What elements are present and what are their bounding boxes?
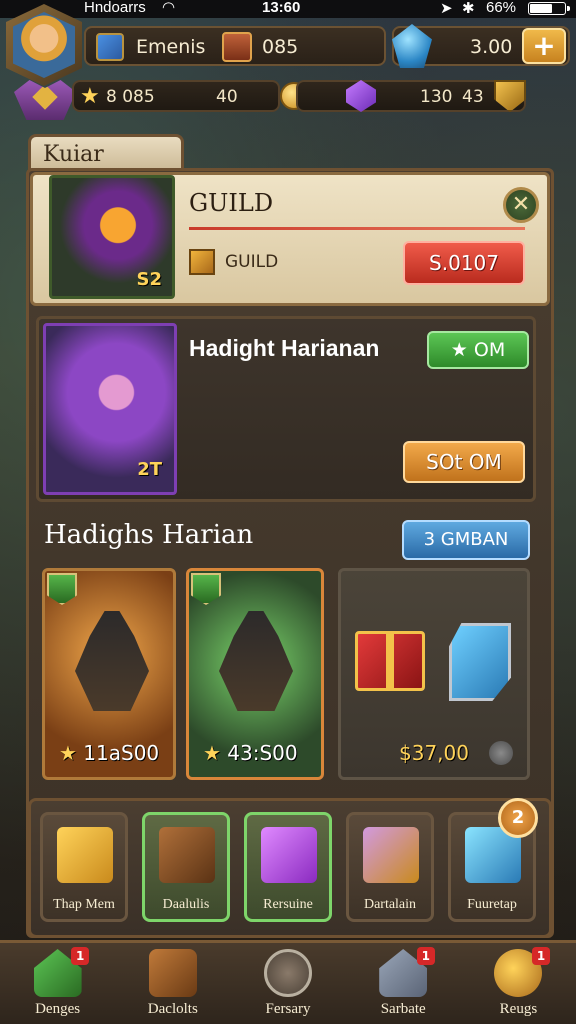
crown-icon <box>57 827 113 883</box>
tray-item-label: Dartalain <box>363 897 417 912</box>
offer-price-2: ★ 43:S00 <box>203 741 298 765</box>
notification-badge: 1 <box>532 947 551 965</box>
offer-price-3: $37,00 <box>399 741 469 765</box>
hero-portrait[interactable]: 2T <box>43 323 177 495</box>
avatar-portrait <box>13 12 75 78</box>
gem-icon <box>392 24 432 68</box>
tray-item-label: Thap Mem <box>53 897 115 912</box>
crystal-box-icon <box>261 827 317 883</box>
battery-icon <box>528 2 570 15</box>
badge-icon <box>47 573 77 605</box>
nav-item-sarbate[interactable]: 1 Sarbate <box>346 943 461 1024</box>
battery-percent: 66% <box>486 0 517 16</box>
nav-item-daclolts[interactable]: Daclolts <box>115 943 230 1024</box>
resource-bar-b[interactable]: 130 43 <box>296 80 526 112</box>
guild-portrait-level: S2 <box>136 269 163 290</box>
add-gems-button[interactable]: + <box>522 28 566 64</box>
hero-card: 2T Hadight Harianan ★ OM SOt OM <box>36 316 536 502</box>
star-icon: ★ <box>450 339 468 361</box>
bluetooth-icon: ✱ <box>462 0 475 17</box>
chest-icon <box>159 827 215 883</box>
nav-item-denges[interactable]: 1 Denges <box>0 943 115 1024</box>
bottom-nav: 1 Denges Daclolts Fersary 1 Sarbate 1 Re… <box>0 940 576 1024</box>
status-bar: Hndoarrs ◠ 13:60 ➤ ✱ 66% <box>0 0 576 18</box>
offer-card-3[interactable]: $37,00 <box>338 568 530 780</box>
tray-item-4[interactable]: Dartalain <box>346 812 434 922</box>
guild-price-button[interactable]: S.0107 <box>403 241 525 285</box>
crystal-icon <box>346 80 376 112</box>
tray-item-label: Rersuine <box>263 897 313 912</box>
clock: 13:60 <box>262 0 301 16</box>
tray-item-label: Daalulis <box>162 897 210 912</box>
wifi-icon: ◠ <box>162 0 176 16</box>
guild-card: S2 GUILD ✕ GUILD S.0107 <box>30 172 550 306</box>
gift-icon <box>355 631 425 691</box>
player-name: Emenis <box>136 36 206 58</box>
gear-icon <box>264 949 312 997</box>
location-icon: ➤ <box>440 0 453 17</box>
badge-icon <box>191 573 221 605</box>
lantern-icon <box>449 623 511 701</box>
player-info-bar[interactable]: Emenis 085 <box>84 26 386 66</box>
treasure-icon <box>363 827 419 883</box>
offer-price-2-value: 43:S00 <box>227 741 298 765</box>
tray-item-1[interactable]: Thap Mem <box>40 812 128 922</box>
nav-label: Daclolts <box>147 1001 198 1017</box>
hero-green-label: OM <box>473 339 506 361</box>
offers-title: Hadighs Harian <box>44 520 254 550</box>
chest-icon <box>148 949 197 997</box>
star-icon: ★ <box>80 84 100 109</box>
shield-icon <box>494 80 526 112</box>
chest-count: 085 <box>262 36 299 58</box>
resource-bar-a[interactable]: ★ 8 085 40 <box>72 80 308 112</box>
nav-item-fersary[interactable]: Fersary <box>230 943 345 1024</box>
close-icon[interactable]: ✕ <box>503 187 539 223</box>
nav-label: Denges <box>35 1001 81 1017</box>
resource-a-value: 085 <box>122 87 155 107</box>
resource-a-secondary: 40 <box>216 87 238 107</box>
tray-item-3[interactable]: Rersuine <box>244 812 332 922</box>
cube-icon <box>189 249 215 275</box>
star-count: 8 <box>106 87 117 107</box>
guild-subtitle: GUILD <box>189 249 278 275</box>
offer-card-1[interactable]: ★ 11aS00 <box>42 568 176 780</box>
tray-badge: 2 <box>498 798 538 838</box>
nav-item-reugs[interactable]: 1 Reugs <box>461 943 576 1024</box>
gem-value: 3.00 <box>470 36 513 58</box>
guild-sub-label: GUILD <box>225 252 279 272</box>
nav-label: Sarbate <box>380 1001 426 1017</box>
guild-title-divider <box>189 227 525 230</box>
crystal-value: 130 <box>420 87 453 107</box>
offers-blue-button[interactable]: 3 GMBAN <box>402 520 530 560</box>
chest-icon <box>222 32 252 62</box>
coin-icon <box>489 741 513 765</box>
offer-price-1-value: 11aS00 <box>83 741 160 765</box>
battery-fill <box>530 4 553 13</box>
flag-icon <box>96 33 124 61</box>
crystal-secondary: 43 <box>462 87 484 107</box>
offer-card-2[interactable]: ★ 43:S00 <box>186 568 324 780</box>
star-icon: ★ <box>203 741 221 765</box>
hero-green-button[interactable]: ★ OM <box>427 331 529 369</box>
nav-label: Reugs <box>499 1001 538 1017</box>
mage-figure <box>219 611 293 711</box>
nav-label: Fersary <box>265 1001 311 1017</box>
guild-portrait[interactable]: S2 <box>49 175 175 299</box>
notification-badge: 1 <box>416 947 435 965</box>
warrior-figure <box>75 611 149 711</box>
guild-title: GUILD <box>189 189 274 217</box>
tray-item-label: Fuuretap <box>467 897 517 912</box>
hero-level: 2T <box>137 459 162 480</box>
star-icon: ★ <box>59 741 77 765</box>
hero-name: Hadight Harianan <box>189 335 380 361</box>
tray-item-2[interactable]: Daalulis <box>142 812 230 922</box>
notification-badge: 1 <box>71 947 90 965</box>
resource-a-stars: 8 085 <box>106 87 155 107</box>
offer-price-1: ★ 11aS00 <box>59 741 159 765</box>
hero-orange-button[interactable]: SOt OM <box>403 441 525 483</box>
carrier-label: Hndoarrs <box>84 0 146 16</box>
